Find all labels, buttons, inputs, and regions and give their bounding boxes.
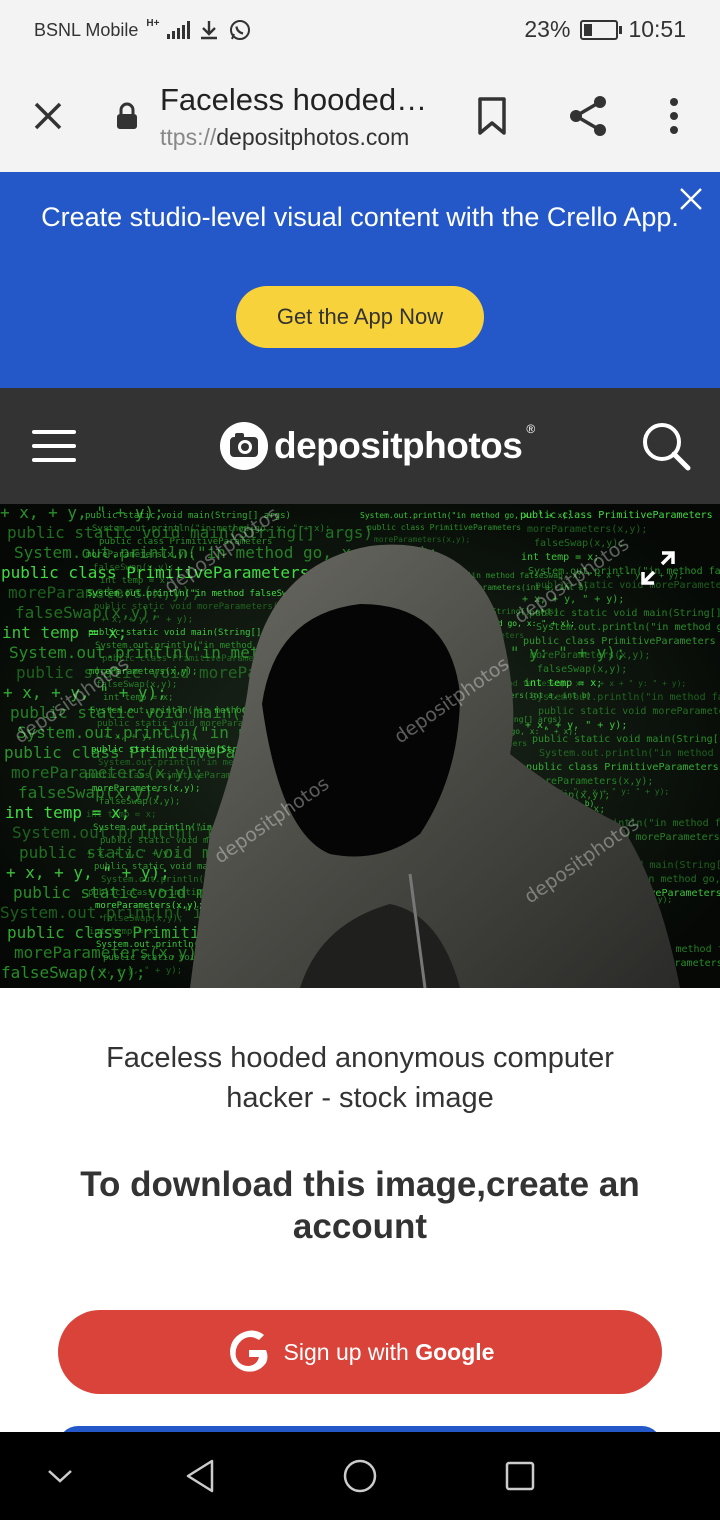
expand-icon[interactable]: [640, 550, 676, 586]
navigation-bar: [0, 1432, 720, 1520]
code-line: public class PrimitiveParameters: [523, 636, 716, 647]
logo-registered-mark: ®: [526, 422, 536, 436]
hacker-illustration: + x, + y, " + y); public static void main…: [0, 504, 720, 988]
chevron-down-icon[interactable]: [46, 1466, 74, 1486]
banner-text: Create studio-level visual content with …: [41, 202, 679, 232]
code-line: public class PrimitiveParameters: [520, 510, 713, 521]
url-domain: depositphotos.com: [216, 124, 410, 150]
content-area: Faceless hooded anonymous computer hacke…: [0, 988, 720, 1446]
download-heading: To download this image,create an account: [80, 1165, 640, 1246]
code-line: System.out.println("in method go, x: " +…: [92, 524, 330, 534]
code-line: + x, + y, " + y);: [90, 966, 182, 976]
signal-icon: [167, 21, 191, 39]
network-type: H+: [146, 18, 160, 29]
page-url[interactable]: ttps://depositphotos.com: [160, 124, 409, 151]
bookmark-icon[interactable]: [476, 96, 508, 136]
code-line: System.out.println("in method go, x: " +…: [539, 748, 720, 759]
close-icon[interactable]: [30, 98, 66, 134]
site-logo[interactable]: depositphotos ®: [218, 420, 535, 472]
code-line: public static void main(String[] args): [529, 608, 720, 619]
code-line: moreParameters(x,y);: [86, 550, 194, 560]
code-line: public static void moreParameters(int a,…: [538, 706, 720, 717]
code-line: falseSwap(x,y);: [99, 797, 180, 807]
home-icon[interactable]: [342, 1458, 378, 1494]
code-line: int temp = x;: [86, 810, 156, 820]
code-line: falseSwap(x,y);: [537, 664, 627, 675]
code-line: + x, + y, " + y);: [87, 849, 179, 859]
banner-close-icon[interactable]: [678, 186, 704, 212]
google-logo-icon: [229, 1330, 268, 1372]
download-icon: [201, 21, 218, 40]
lock-icon: [117, 102, 137, 129]
share-icon[interactable]: [568, 94, 608, 138]
code-line: System.out.println("in method go, x: " +…: [536, 622, 720, 633]
clock: 10:51: [628, 16, 686, 42]
google-brand-label: Google: [415, 1338, 495, 1365]
code-line: + x, + y, " + y);: [525, 720, 627, 731]
code-line: System.out.println("in method falseSwap,…: [528, 566, 720, 577]
code-line: public class PrimitiveParameters: [367, 523, 521, 532]
logo-text: depositphotos: [274, 425, 523, 466]
code-line: public class PrimitiveParameters: [102, 654, 275, 664]
code-line: moreParameters(x,y);: [92, 784, 200, 794]
code-line: public static void main(String[] args): [532, 734, 720, 745]
recents-icon[interactable]: [504, 1460, 536, 1492]
stock-image[interactable]: + x, + y, " + y); public static void main…: [0, 504, 720, 988]
search-icon[interactable]: [640, 420, 692, 472]
camera-logo-icon: [220, 422, 268, 470]
code-line: falseSwap(x,y);: [93, 563, 174, 573]
page-title[interactable]: Faceless hooded…: [160, 82, 440, 118]
code-line: System.out.println("in method falseSwap,…: [531, 692, 720, 703]
code-line: falseSwap(x,y);: [102, 914, 183, 924]
battery-icon: [580, 19, 623, 40]
site-header: depositphotos ®: [0, 388, 720, 504]
google-signup-label: Sign up with Google: [284, 1339, 495, 1366]
menu-icon[interactable]: [32, 430, 76, 462]
status-right: 23% 10:51: [524, 16, 686, 43]
code-line: int temp = x;: [103, 693, 173, 703]
code-line: moreParameters(x,y);: [530, 650, 650, 661]
back-icon[interactable]: [184, 1458, 216, 1494]
code-line: + x, + y, " + y);: [101, 615, 193, 625]
code-line: moreParameters(x,y);: [374, 535, 470, 544]
code-line: int temp = x;: [89, 927, 159, 937]
more-options-icon[interactable]: [664, 98, 684, 134]
image-title: Faceless hooded anonymous computer hacke…: [106, 1042, 614, 1114]
code-line: public class PrimitiveParameters: [526, 762, 719, 773]
browser-toolbar: Faceless hooded… ttps://depositphotos.co…: [0, 62, 720, 172]
code-line: moreParameters(x,y);: [95, 901, 203, 911]
carrier-label: BSNL Mobile: [34, 19, 139, 40]
code-line: + x, + y, " + y);: [104, 732, 196, 742]
code-line: int temp = x;: [524, 678, 602, 689]
whatsapp-icon: [230, 20, 251, 40]
status-bar: BSNL Mobile H+ 23% 10:51: [0, 0, 720, 62]
status-left: BSNL Mobile H+: [34, 18, 252, 42]
google-signup-prefix: Sign up with: [283, 1338, 416, 1365]
battery-percent: 23%: [524, 16, 571, 42]
get-app-button[interactable]: Get the App Now: [236, 286, 484, 348]
google-signup-button[interactable]: Sign up with Google: [58, 1310, 662, 1394]
url-scheme: ttps://: [160, 124, 217, 150]
code-line: moreParameters(x,y);: [527, 524, 647, 535]
promo-banner: Create studio-level visual content with …: [0, 172, 720, 388]
